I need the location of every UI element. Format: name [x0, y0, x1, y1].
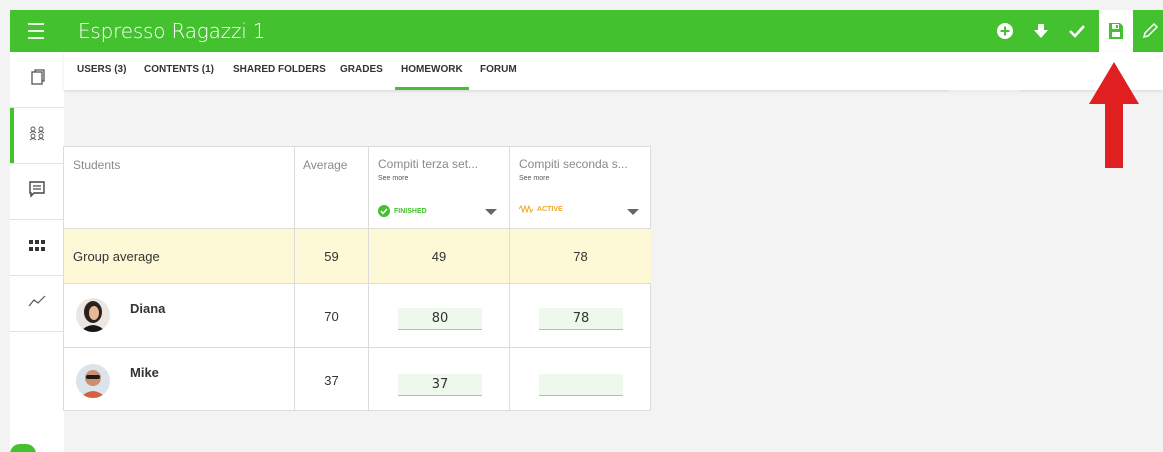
sidebar-item-apps[interactable]: [10, 220, 64, 276]
grade-cell: [510, 348, 651, 411]
chat-bubble-icon: [28, 180, 46, 203]
homework-title: Compiti seconda s...: [519, 157, 628, 171]
homework-title: Compiti terza set...: [378, 157, 479, 171]
annotation-arrow: [1089, 62, 1139, 168]
student-name[interactable]: Mike: [130, 365, 159, 380]
student-name[interactable]: Diana: [130, 301, 165, 316]
tab-grades[interactable]: GRADES: [340, 52, 383, 90]
avatar[interactable]: [76, 298, 110, 332]
trend-line-icon: [28, 294, 46, 313]
group-average-label: Group average: [73, 249, 160, 264]
student-cell-diana: Diana: [64, 284, 295, 348]
see-more-link[interactable]: See more: [378, 175, 408, 182]
student-average-cell: 37: [295, 348, 369, 411]
column-header-average: Average: [303, 158, 348, 172]
users-group-icon: [27, 125, 47, 146]
student-cell-mike: Mike: [64, 348, 295, 411]
status-label: FINISHED: [394, 207, 427, 215]
student-average-cell: 70: [295, 284, 369, 348]
header-average-cell: Average: [295, 147, 369, 229]
tab-shared-folders[interactable]: SHARED FOLDERS: [233, 52, 326, 90]
toggle-switch[interactable]: [10, 444, 36, 452]
tab-forum[interactable]: FORUM: [480, 52, 517, 90]
column-header-students: Students: [73, 158, 121, 172]
check-circle-icon: [378, 205, 390, 217]
plus-circle-icon[interactable]: [987, 10, 1023, 52]
sidebar-item-analytics[interactable]: [10, 276, 64, 332]
apps-grid-icon: [29, 239, 45, 257]
toolbar-actions: [987, 10, 1163, 52]
status-label: ACTIVE: [537, 205, 563, 213]
hamburger-menu-icon[interactable]: [10, 10, 62, 52]
header-students-cell: Students: [64, 147, 295, 229]
group-average-grade: 49: [431, 249, 447, 264]
group-average-grade: 78: [573, 249, 588, 264]
pages-icon: [28, 68, 46, 91]
sidebar-item-users[interactable]: [10, 108, 64, 164]
grade-input[interactable]: [539, 374, 623, 396]
grade-cell: [369, 284, 510, 348]
grade-input[interactable]: [539, 308, 623, 330]
grade-cell: [369, 348, 510, 411]
chevron-down-icon[interactable]: [485, 209, 497, 215]
dropdown-shadow: [950, 90, 1020, 96]
sidebar-item-chat[interactable]: [10, 164, 64, 220]
left-sidebar: [10, 52, 64, 452]
active-wave-icon: [519, 205, 533, 213]
group-average-hw1-cell: 49: [369, 229, 510, 284]
group-average-label-cell: Group average: [64, 229, 295, 284]
group-average-avg-cell: 59: [295, 229, 369, 284]
header-homework-2: Compiti seconda s... See more ACTIVE: [510, 147, 651, 229]
status-badge-active[interactable]: ACTIVE: [519, 205, 563, 213]
save-floppy-icon[interactable]: [1099, 10, 1133, 52]
grade-cell: [510, 284, 651, 348]
grade-input[interactable]: [398, 374, 482, 396]
tab-homework[interactable]: HOMEWORK: [395, 52, 469, 90]
tab-users[interactable]: USERS (3): [77, 52, 126, 90]
tab-bar: USERS (3) CONTENTS (1) SHARED FOLDERS GR…: [64, 52, 1163, 90]
student-average: 37: [324, 373, 339, 388]
sidebar-item-pages[interactable]: [10, 52, 64, 108]
top-app-bar: Espresso Ragazzi 1: [10, 10, 1163, 52]
header-homework-1: Compiti terza set... See more FINISHED: [369, 147, 510, 229]
status-badge-finished[interactable]: FINISHED: [378, 205, 427, 217]
tab-contents[interactable]: CONTENTS (1): [144, 52, 214, 90]
avatar[interactable]: [76, 364, 110, 398]
student-average: 70: [324, 309, 339, 324]
group-average-hw2-cell: 78: [510, 229, 651, 284]
pencil-icon[interactable]: [1137, 10, 1163, 52]
grade-input[interactable]: [398, 308, 482, 330]
download-arrow-icon[interactable]: [1023, 10, 1059, 52]
chevron-down-icon[interactable]: [627, 209, 639, 215]
see-more-link[interactable]: See more: [519, 175, 549, 182]
group-average-value: 59: [324, 249, 339, 264]
app-title: Espresso Ragazzi 1: [78, 19, 266, 43]
checkmark-icon[interactable]: [1059, 10, 1095, 52]
homework-grades-table: Students Average Compiti terza set... Se…: [63, 146, 651, 411]
